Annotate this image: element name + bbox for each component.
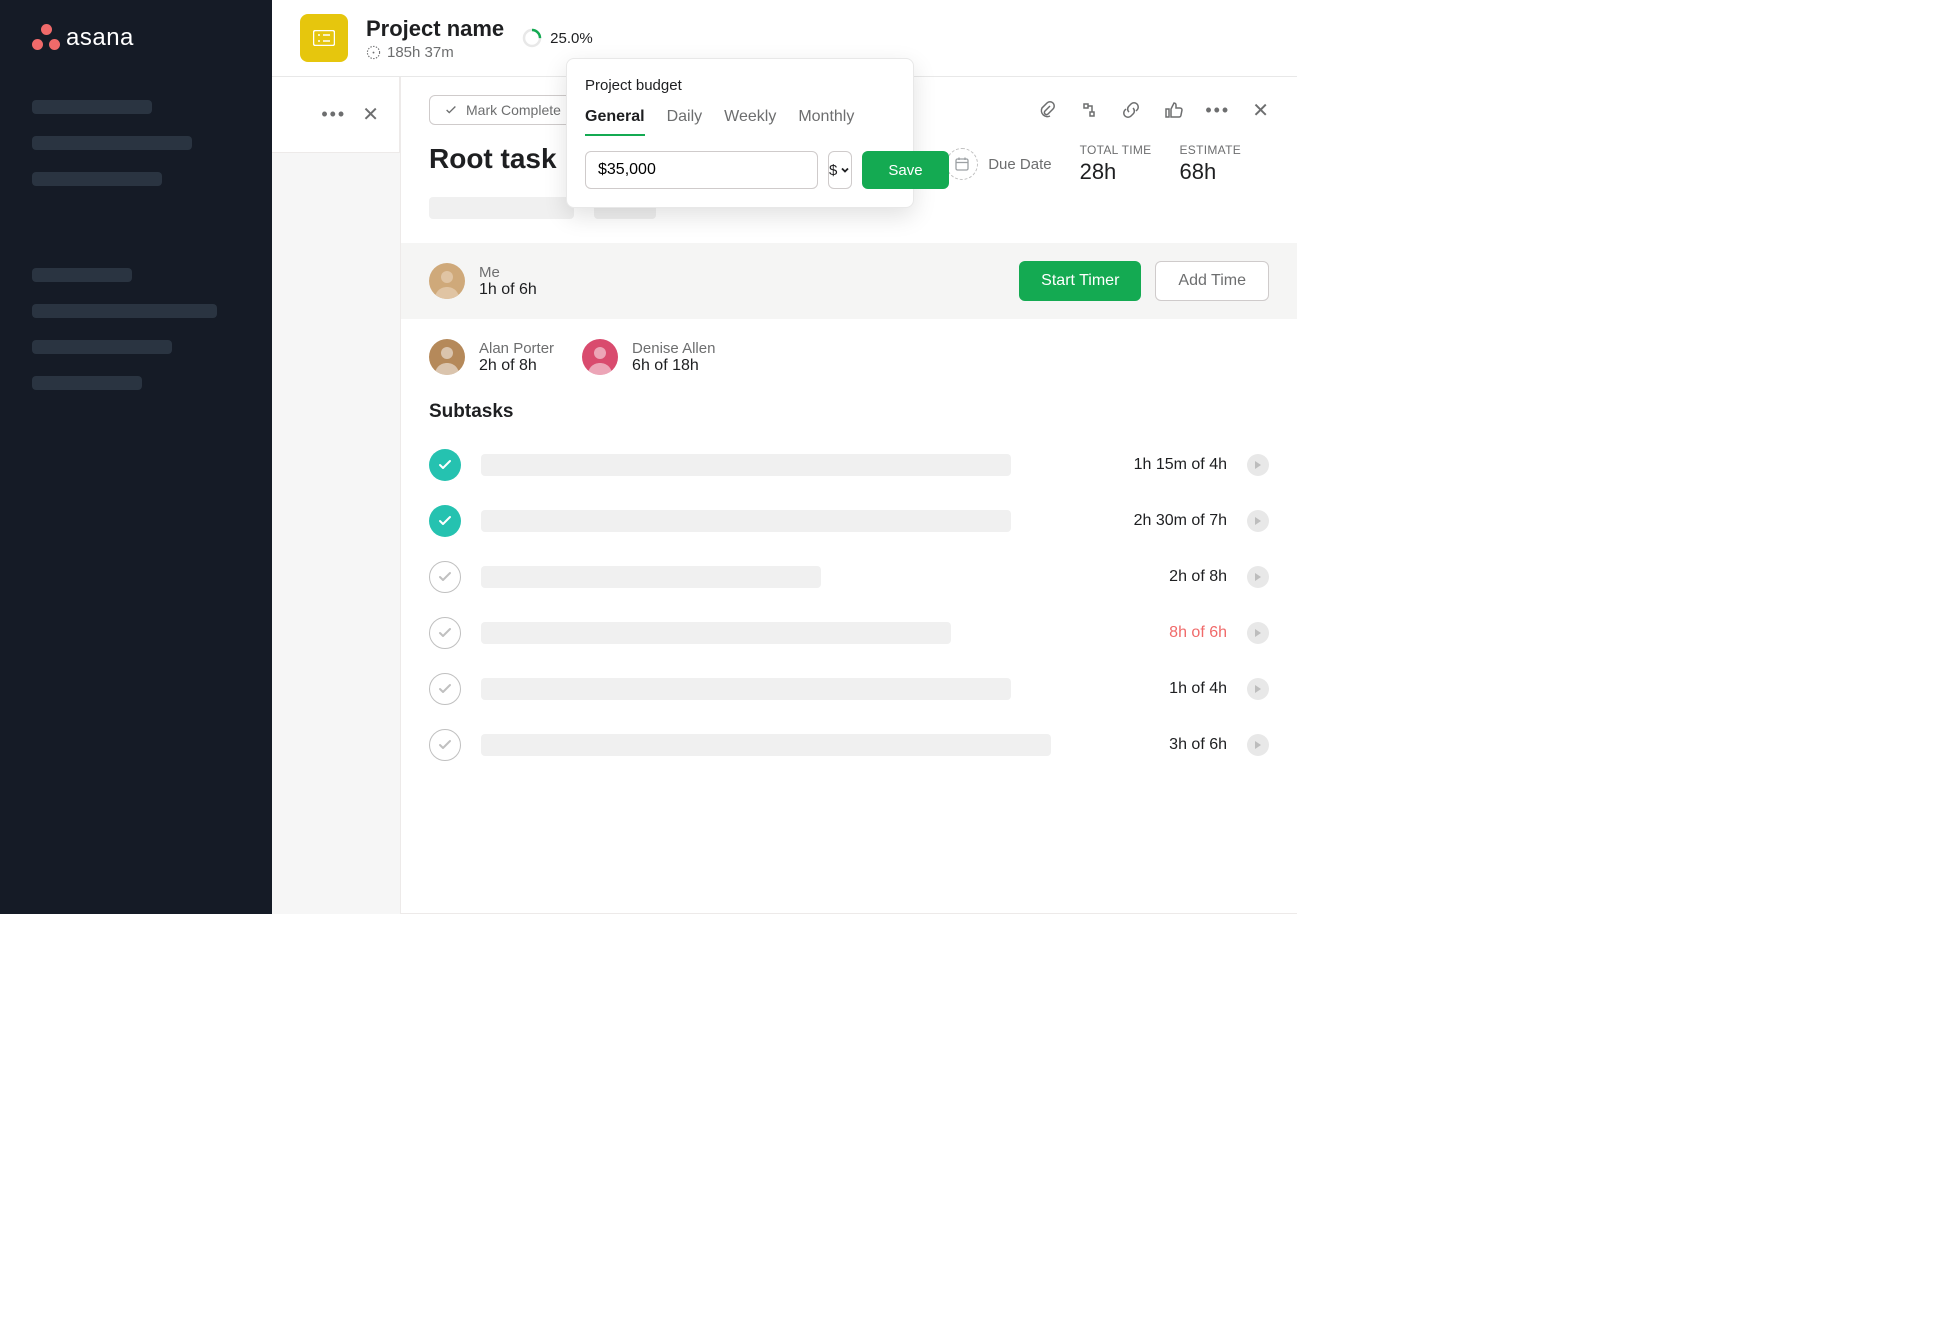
subtask-title-placeholder xyxy=(481,566,821,588)
total-time-block: TOTAL TIME 28h xyxy=(1080,143,1152,185)
subtask-row[interactable]: 2h of 8h xyxy=(401,549,1297,605)
calendar-icon xyxy=(946,148,978,180)
subtask-row[interactable]: 1h of 4h xyxy=(401,661,1297,717)
subtask-time: 3h of 6h xyxy=(1169,736,1227,754)
budget-amount-input[interactable] xyxy=(585,151,818,189)
play-icon[interactable] xyxy=(1247,510,1269,532)
placeholder xyxy=(429,197,574,219)
more-icon[interactable]: ••• xyxy=(321,104,346,125)
person-time: 1h of 6h xyxy=(479,281,537,299)
check-icon xyxy=(444,103,458,117)
subtask-title-placeholder xyxy=(481,678,1011,700)
person-name: Me xyxy=(479,264,537,281)
assignee: Denise Allen 6h of 18h xyxy=(582,339,715,375)
subtask-title-placeholder xyxy=(481,510,1011,532)
project-name[interactable]: Project name xyxy=(366,16,504,42)
budget-tab-general[interactable]: General xyxy=(585,108,645,136)
sidebar-item[interactable] xyxy=(32,136,192,150)
assignee: Alan Porter 2h of 8h xyxy=(429,339,554,375)
sidebar-item[interactable] xyxy=(32,268,132,282)
subtask-title-placeholder xyxy=(481,734,1051,756)
progress-percent: 25.0% xyxy=(550,30,593,47)
subtask-check-icon[interactable] xyxy=(429,449,461,481)
play-icon[interactable] xyxy=(1247,678,1269,700)
estimate-block: ESTIMATE 68h xyxy=(1179,143,1269,185)
avatar xyxy=(582,339,618,375)
asana-logo-icon xyxy=(32,24,60,52)
attachment-icon[interactable] xyxy=(1037,100,1057,120)
sidebar-item[interactable] xyxy=(32,376,142,390)
link-icon[interactable] xyxy=(1121,100,1141,120)
avatar xyxy=(429,339,465,375)
subtask-time: 1h 15m of 4h xyxy=(1134,456,1227,474)
close-icon[interactable]: ✕ xyxy=(362,102,379,127)
due-date-field[interactable]: Due Date xyxy=(946,148,1051,180)
subtask-row[interactable]: 2h 30m of 7h xyxy=(401,493,1297,549)
subtask-check-icon[interactable] xyxy=(429,505,461,537)
currency-select[interactable]: $ xyxy=(828,151,852,189)
budget-tab-daily[interactable]: Daily xyxy=(667,108,703,136)
play-icon[interactable] xyxy=(1247,454,1269,476)
person-name: Denise Allen xyxy=(632,340,715,357)
person-time: 2h of 8h xyxy=(479,357,554,375)
close-panel-icon[interactable]: ✕ xyxy=(1252,98,1269,123)
budget-tab-weekly[interactable]: Weekly xyxy=(724,108,776,136)
person-time: 6h of 18h xyxy=(632,357,715,375)
subtask-row[interactable]: 8h of 6h xyxy=(401,605,1297,661)
project-icon xyxy=(300,14,348,62)
play-icon[interactable] xyxy=(1247,734,1269,756)
logo[interactable]: asana xyxy=(0,24,272,52)
subtask-time: 1h of 4h xyxy=(1169,680,1227,698)
sidebar-item[interactable] xyxy=(32,172,162,186)
subtask-check-icon[interactable] xyxy=(429,673,461,705)
sidebar: asana xyxy=(0,0,272,914)
logo-text: asana xyxy=(66,24,134,52)
play-icon[interactable] xyxy=(1247,622,1269,644)
add-time-button[interactable]: Add Time xyxy=(1155,261,1269,301)
like-icon[interactable] xyxy=(1163,100,1183,120)
me-row: Me 1h of 6h Start Timer Add Time xyxy=(401,243,1297,319)
person-name: Alan Porter xyxy=(479,340,554,357)
subtasks-heading: Subtasks xyxy=(401,395,1297,437)
sidebar-item[interactable] xyxy=(32,340,172,354)
subtask-time: 2h of 8h xyxy=(1169,568,1227,586)
mark-complete-button[interactable]: Mark Complete xyxy=(429,95,576,125)
progress-circle-icon xyxy=(522,28,542,48)
subtask-check-icon[interactable] xyxy=(429,617,461,649)
start-timer-button[interactable]: Start Timer xyxy=(1019,261,1141,301)
subtask-icon[interactable] xyxy=(1079,100,1099,120)
sidebar-item[interactable] xyxy=(32,304,217,318)
subtask-row[interactable]: 1h 15m of 4h xyxy=(401,437,1297,493)
subtask-time: 2h 30m of 7h xyxy=(1134,512,1227,530)
subtask-check-icon[interactable] xyxy=(429,729,461,761)
sidebar-item[interactable] xyxy=(32,100,152,114)
panel-gutter: ••• ✕ xyxy=(272,77,400,153)
play-icon[interactable] xyxy=(1247,566,1269,588)
project-total-time: 185h 37m xyxy=(387,44,454,61)
chevron-down-icon xyxy=(839,164,851,176)
save-button[interactable]: Save xyxy=(862,151,948,189)
subtask-title-placeholder xyxy=(481,622,951,644)
subtask-check-icon[interactable] xyxy=(429,561,461,593)
popover-title: Project budget xyxy=(585,77,895,94)
subtask-row[interactable]: 3h of 6h xyxy=(401,717,1297,773)
budget-tab-monthly[interactable]: Monthly xyxy=(798,108,854,136)
avatar xyxy=(429,263,465,299)
subtask-time: 8h of 6h xyxy=(1169,624,1227,642)
budget-popover: Project budget General Daily Weekly Monthly… xyxy=(566,58,914,208)
more-actions-icon[interactable]: ••• xyxy=(1205,100,1230,121)
clock-icon xyxy=(366,45,381,60)
subtask-title-placeholder xyxy=(481,454,1011,476)
